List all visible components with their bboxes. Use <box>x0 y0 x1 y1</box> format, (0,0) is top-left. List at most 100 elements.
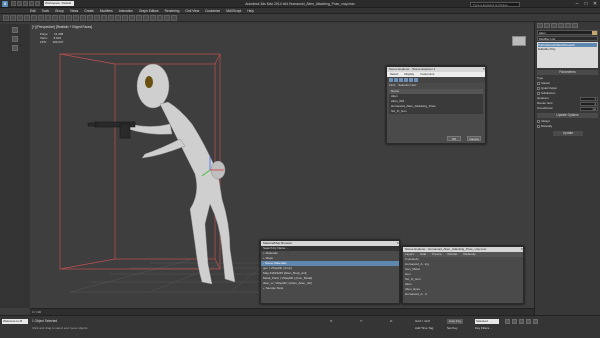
ok-button[interactable]: OK <box>447 136 461 141</box>
display-tab-icon[interactable] <box>565 23 571 28</box>
percent-snap-icon[interactable] <box>108 14 114 21</box>
key-filters-button[interactable]: Key Filters... <box>475 326 492 330</box>
menu-maxscript[interactable]: MAXScript <box>226 9 241 13</box>
rotate-icon[interactable] <box>73 14 79 21</box>
time-slider[interactable]: 0 / 100 <box>30 308 534 315</box>
snap-icon[interactable] <box>94 14 100 21</box>
region-select-icon[interactable] <box>52 14 58 21</box>
open-file-icon[interactable] <box>17 1 22 6</box>
menu-rendering[interactable]: Rendering <box>165 9 180 13</box>
menu-animation[interactable]: Animation <box>119 9 133 13</box>
list-item[interactable]: Sci_Fi_Gun <box>389 109 483 114</box>
render-setup-icon[interactable] <box>157 14 163 21</box>
viewport-label[interactable]: [+] [Perspective] [Realistic + Edged Fac… <box>32 25 92 29</box>
maxscript-listener-input[interactable]: Welcome to M <box>2 319 28 324</box>
workspace-dropdown[interactable]: Workspace: Default <box>44 1 74 6</box>
filter-icon[interactable] <box>409 78 413 82</box>
window-crossing-icon[interactable] <box>59 14 65 21</box>
object-color-swatch[interactable] <box>592 31 597 35</box>
scale-icon[interactable] <box>80 14 86 21</box>
redo-tool-icon[interactable] <box>10 14 16 21</box>
close-icon[interactable]: ✕ <box>396 241 399 246</box>
motion-tab-icon[interactable] <box>558 23 564 28</box>
filter-icon[interactable] <box>389 78 393 82</box>
undo-tool-icon[interactable] <box>3 14 9 21</box>
hierarchy-tab-icon[interactable] <box>551 23 557 28</box>
viewcube-icon[interactable] <box>512 36 526 46</box>
parameters-rollout-header[interactable]: Parameters <box>537 70 598 75</box>
filter-icon[interactable] <box>394 78 398 82</box>
previous-frame-icon[interactable] <box>512 319 517 324</box>
layer-row[interactable]: Humanoid_A...d <box>403 292 523 297</box>
curve-editor-icon[interactable] <box>136 14 142 21</box>
select-by-name-icon[interactable] <box>45 14 51 21</box>
column-freeze[interactable]: Freeze <box>432 252 441 257</box>
radio-icon[interactable] <box>537 81 540 85</box>
menu-tools[interactable]: Tools <box>42 9 49 13</box>
radio-icon[interactable] <box>537 86 540 90</box>
perspective-viewport[interactable]: [+] [Perspective] [Realistic + Edged Fac… <box>30 24 534 308</box>
smoothness-spinner[interactable]: 1,0 <box>580 106 598 111</box>
menu-civil-view[interactable]: Civil View <box>185 9 199 13</box>
material-editor-icon[interactable] <box>150 14 156 21</box>
align-icon[interactable] <box>122 14 128 21</box>
utilities-tab-icon[interactable] <box>572 23 578 28</box>
play-icon[interactable] <box>519 319 524 324</box>
unlink-icon[interactable] <box>24 14 30 21</box>
undo-icon[interactable] <box>29 1 34 6</box>
menu-create[interactable]: Create <box>84 9 94 13</box>
save-file-icon[interactable] <box>23 1 28 6</box>
cancel-button[interactable]: Cancel <box>467 136 481 141</box>
layer-manager-icon[interactable] <box>129 14 135 21</box>
mirror-icon[interactable] <box>115 14 121 21</box>
update-button[interactable]: Update <box>553 131 583 136</box>
search-input[interactable]: Type a keyword or phrase <box>470 1 520 7</box>
select-object-icon[interactable] <box>38 14 44 21</box>
close-icon[interactable]: ✕ <box>482 67 485 72</box>
update-options-header[interactable]: Update Options <box>537 113 598 118</box>
tool-icon[interactable] <box>12 45 18 51</box>
menu-modifiers[interactable]: Modifiers <box>100 9 113 13</box>
menu-graph-editors[interactable]: Graph Editors <box>139 9 159 13</box>
render-iters-spinner[interactable]: 2 <box>580 101 598 106</box>
go-to-end-icon[interactable] <box>533 319 538 324</box>
column-render[interactable]: Render <box>448 252 458 257</box>
modifier-list-dropdown[interactable]: Modifier List <box>537 36 598 41</box>
object-name-field[interactable]: Alien <box>537 30 598 35</box>
filter-icon[interactable] <box>404 78 408 82</box>
key-selection-dropdown[interactable]: Selected <box>475 319 499 324</box>
auto-key-button[interactable]: Auto Key <box>447 319 463 324</box>
group-sample-slots[interactable]: + Sample Slots <box>261 286 399 291</box>
render-frame-icon[interactable] <box>164 14 170 21</box>
menu-views[interactable]: Views <box>70 9 78 13</box>
pivot-icon[interactable] <box>87 14 93 21</box>
schematic-view-icon[interactable] <box>143 14 149 21</box>
add-time-tag-button[interactable]: Add Time Tag <box>415 326 433 330</box>
filter-icon[interactable] <box>414 78 418 82</box>
bind-icon[interactable] <box>31 14 37 21</box>
angle-snap-icon[interactable] <box>101 14 107 21</box>
close-icon[interactable]: ✕ <box>520 247 523 252</box>
menu-customize[interactable]: Customize <box>420 72 434 77</box>
menu-display[interactable]: Display <box>404 72 414 77</box>
filter-icon[interactable] <box>399 78 403 82</box>
stack-item[interactable]: Editable Poly <box>538 47 597 51</box>
menu-customize[interactable]: Customize <box>205 9 220 13</box>
column-radiosity[interactable]: Radiosity <box>463 252 475 257</box>
move-icon[interactable] <box>66 14 72 21</box>
param-row[interactable]: Manually <box>537 124 598 129</box>
radio-icon[interactable] <box>537 119 540 123</box>
radio-icon[interactable] <box>537 124 540 128</box>
menu-group[interactable]: Group <box>55 9 64 13</box>
close-icon[interactable]: ✕ <box>592 1 598 7</box>
tool-icon[interactable] <box>12 27 18 33</box>
menu-select[interactable]: Select <box>390 72 398 77</box>
maximize-icon[interactable]: □ <box>583 1 589 7</box>
radio-icon[interactable] <box>537 91 540 95</box>
go-to-start-icon[interactable] <box>505 319 510 324</box>
new-file-icon[interactable] <box>11 1 16 6</box>
set-key-button[interactable]: Set Key <box>447 326 458 330</box>
menu-edit[interactable]: Edit <box>30 9 36 13</box>
link-icon[interactable] <box>17 14 23 21</box>
selection-set-label[interactable]: Selection Set: <box>398 83 417 87</box>
